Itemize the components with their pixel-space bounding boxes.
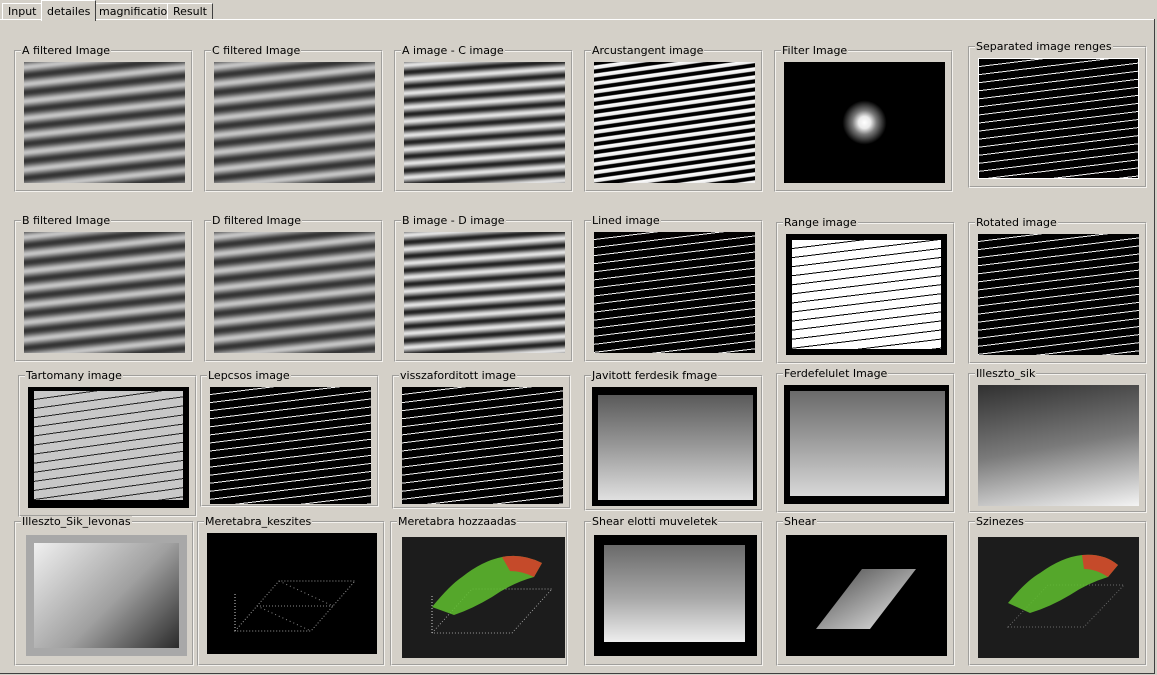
shear-elotti-frame <box>594 535 757 656</box>
panel-rotated: Rotated image <box>968 217 1147 364</box>
range-image <box>792 240 941 349</box>
tab-result[interactable]: Result <box>167 3 213 19</box>
wireframe-plot <box>233 580 357 632</box>
illeszto-sik-levonas-image <box>34 543 179 648</box>
meretabra-hozzaadas-image <box>402 537 565 658</box>
ferdefelulet-image <box>790 391 945 496</box>
panel-filter: Filter Image <box>774 45 953 192</box>
panel-title: Rotated image <box>975 216 1058 229</box>
panel-title: Ferdefelulet Image <box>783 367 889 380</box>
arcustangent-image <box>594 62 755 183</box>
panel-title: Illeszto_sik <box>975 367 1037 380</box>
d-filtered-image <box>214 232 375 353</box>
panel-title: A filtered Image <box>21 44 112 57</box>
panel-title: Shear <box>783 515 817 528</box>
lepcsos-image <box>210 387 371 504</box>
panel-lepcsos: Lepcsos image <box>200 370 379 507</box>
panel-title: Separated image renges <box>975 40 1113 53</box>
panel-title: Range image <box>783 216 858 229</box>
meretabra-keszites-image <box>207 533 377 654</box>
panel-d-filtered: D filtered Image <box>204 215 383 362</box>
tartomany-image-frame <box>28 387 189 508</box>
panel-b-minus-d: B image - D image <box>394 215 573 362</box>
separated-image <box>978 58 1139 179</box>
panel-a-minus-c: A image - C image <box>394 45 573 192</box>
panel-javitott: Javitott ferdesik fmage <box>584 370 763 511</box>
javitott-image-frame <box>592 387 757 506</box>
a-minus-c-image <box>404 62 565 183</box>
panel-title: B filtered Image <box>21 214 112 227</box>
panel-meretabra-hozzaadas: Meretabra hozzaadas <box>390 516 568 666</box>
panel-title: Szinezes <box>975 515 1025 528</box>
shear-elotti-image <box>604 545 745 642</box>
b-filtered-image <box>24 232 185 353</box>
shear-plot <box>816 569 916 629</box>
shear-image <box>786 535 947 656</box>
panel-illeszto-sik-levonas: Illeszto_Sik_levonas <box>14 516 194 666</box>
panel-title: Shear elotti muveletek <box>591 515 719 528</box>
panel-title: Filter Image <box>781 44 849 57</box>
ferdefelulet-image-frame <box>784 385 949 504</box>
panel-shear: Shear <box>776 516 955 666</box>
javitott-image <box>598 395 753 500</box>
rotated-image <box>978 234 1139 355</box>
panel-shear-elotti: Shear elotti muveletek <box>584 516 763 666</box>
range-image-frame <box>786 234 947 355</box>
panel-title: Meretabra_keszites <box>204 515 313 528</box>
panel-title: Arcustangent image <box>591 44 705 57</box>
panel-range: Range image <box>776 217 955 364</box>
panel-szinezes: Szinezes <box>968 516 1147 666</box>
a-filtered-image <box>24 62 185 183</box>
panel-visszaforditott: visszaforditott image <box>392 370 571 509</box>
panel-a-filtered: A filtered Image <box>14 45 193 192</box>
tab-bar: Input detailes magnification Result <box>0 0 1157 21</box>
panel-title: Lined image <box>591 214 661 227</box>
filter-image <box>784 62 945 183</box>
surface-plot <box>430 555 554 634</box>
tab-input[interactable]: Input <box>2 3 43 19</box>
szinezes-image <box>978 537 1139 658</box>
panel-title: Lepcsos image <box>207 369 291 382</box>
panel-lined: Lined image <box>584 215 763 362</box>
panel-ferdefelulet: Ferdefelulet Image <box>776 368 955 513</box>
panel-arcustangent: Arcustangent image <box>584 45 763 192</box>
panel-title: visszaforditott image <box>399 369 517 382</box>
panel-title: A image - C image <box>401 44 505 57</box>
colored-surface-plot <box>1006 554 1126 628</box>
panel-c-filtered: C filtered Image <box>204 45 383 192</box>
panel-title: Illeszto_Sik_levonas <box>21 515 132 528</box>
b-minus-d-image <box>404 232 565 353</box>
panel-b-filtered: B filtered Image <box>14 215 193 362</box>
panel-meretabra-keszites: Meretabra_keszites <box>197 516 385 666</box>
panel-title: D filtered Image <box>211 214 303 227</box>
panel-separated: Separated image renges <box>968 41 1147 188</box>
panel-title: Meretabra hozzaadas <box>397 515 518 528</box>
lined-image <box>594 232 755 353</box>
panel-title: Tartomany image <box>25 369 123 382</box>
tartomany-image <box>34 391 183 500</box>
tab-detailes[interactable]: detailes <box>41 0 97 21</box>
panel-tartomany: Tartomany image <box>18 370 197 517</box>
illeszto-sik-levonas-frame <box>26 535 187 656</box>
panel-title: B image - D image <box>401 214 506 227</box>
panel-title: C filtered Image <box>211 44 302 57</box>
panel-illeszto-sik: Illeszto_sik <box>968 368 1147 513</box>
panel-title: Javitott ferdesik fmage <box>591 369 719 382</box>
c-filtered-image <box>214 62 375 183</box>
visszaforditott-image <box>402 387 563 504</box>
illeszto-sik-image <box>978 385 1139 506</box>
